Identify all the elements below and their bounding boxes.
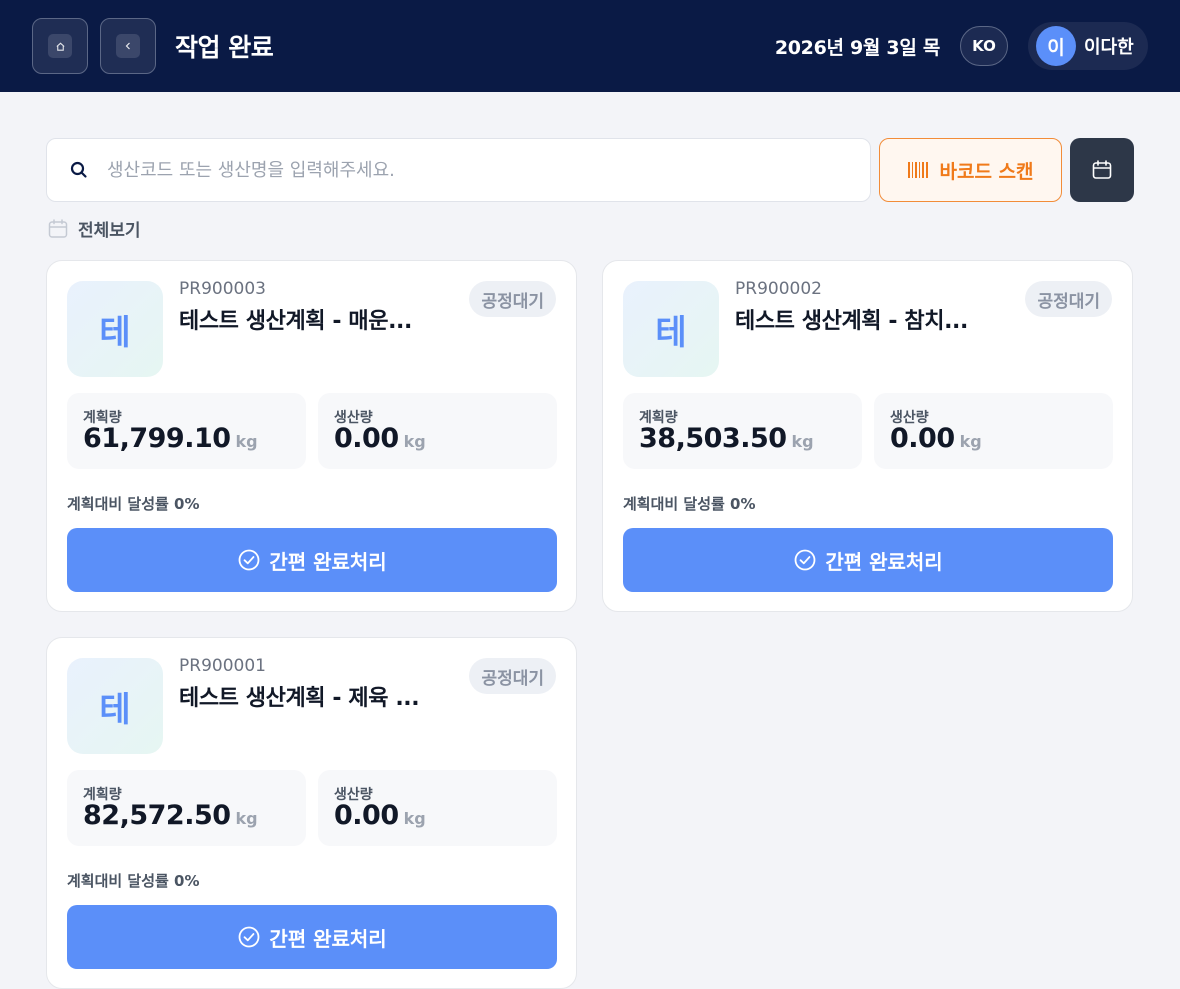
product-thumbnail: 테 [623,281,719,377]
unit-label: kg [959,432,982,451]
page-title: 작업 완료 [175,33,274,62]
language-button[interactable]: KO [960,26,1008,66]
produced-quantity: 생산량 0.00 kg [874,393,1113,469]
calendar-icon [48,218,68,238]
status-badge: 공정대기 [469,281,556,317]
status-badge: 공정대기 [1025,281,1112,317]
quick-complete-label: 간편 완료처리 [269,549,387,574]
search-icon [70,161,87,178]
planned-quantity: 계획량 82,572.50 kg [67,770,306,846]
produced-quantity: 생산량 0.00 kg [318,770,557,846]
unit-label: kg [235,809,258,828]
production-name: 테스트 생산계획 - 제육 ... [179,686,420,711]
produced-quantity: 생산량 0.00 kg [318,393,557,469]
user-name: 이다한 [1084,37,1134,58]
achievement-rate: 계획대비 달성률 0% [67,872,200,890]
quick-complete-label: 간편 완료처리 [825,549,943,574]
production-name: 테스트 생산계획 - 참치... [735,309,968,334]
calendar-icon [1092,160,1112,179]
user-profile[interactable]: 이 이다한 [1028,22,1148,70]
barcode-icon [908,162,929,178]
production-code: PR900003 [179,279,266,299]
unit-label: kg [403,432,426,451]
production-code: PR900002 [735,279,822,299]
check-circle-icon [238,926,260,948]
planned-quantity: 계획량 61,799.10 kg [67,393,306,469]
production-card[interactable]: 테 PR900002 테스트 생산계획 - 참치... 공정대기 계획량 38,… [602,260,1133,612]
view-all-label: 전체보기 [78,221,141,241]
current-date: 2026년 9월 3일 목 [774,37,940,59]
app-header: 작업 완료 2026년 9월 3일 목 KO 이 이다한 [0,0,1180,92]
quick-complete-label: 간편 완료처리 [269,926,387,951]
achievement-rate: 계획대비 달성률 0% [67,495,200,513]
planned-value: 38,503.50 [639,423,787,454]
unit-label: kg [791,432,814,451]
chevron-left-icon [116,34,140,58]
calendar-button[interactable] [1070,138,1134,202]
check-circle-icon [794,549,816,571]
check-circle-icon [238,549,260,571]
produced-value: 0.00 [334,423,399,454]
produced-value: 0.00 [890,423,955,454]
production-card[interactable]: 테 PR900003 테스트 생산계획 - 매운... 공정대기 계획량 61,… [46,260,577,612]
search-bar [46,138,871,202]
planned-value: 82,572.50 [83,800,231,831]
product-thumbnail: 테 [67,658,163,754]
search-input[interactable] [107,159,827,181]
back-button[interactable] [100,18,156,74]
unit-label: kg [403,809,426,828]
barcode-scan-label: 바코드 스캔 [939,160,1034,183]
quick-complete-button[interactable]: 간편 완료처리 [67,905,557,969]
produced-value: 0.00 [334,800,399,831]
home-button[interactable] [32,18,88,74]
production-code: PR900001 [179,656,266,676]
planned-value: 61,799.10 [83,423,231,454]
quick-complete-button[interactable]: 간편 완료처리 [67,528,557,592]
barcode-scan-button[interactable]: 바코드 스캔 [879,138,1062,202]
avatar: 이 [1036,26,1076,66]
production-card[interactable]: 테 PR900001 테스트 생산계획 - 제육 ... 공정대기 계획량 82… [46,637,577,989]
production-name: 테스트 생산계획 - 매운... [179,309,412,334]
planned-quantity: 계획량 38,503.50 kg [623,393,862,469]
unit-label: kg [235,432,258,451]
product-thumbnail: 테 [67,281,163,377]
status-badge: 공정대기 [469,658,556,694]
achievement-rate: 계획대비 달성률 0% [623,495,756,513]
home-icon [48,34,72,58]
quick-complete-button[interactable]: 간편 완료처리 [623,528,1113,592]
view-all-filter[interactable]: 전체보기 [48,216,141,241]
